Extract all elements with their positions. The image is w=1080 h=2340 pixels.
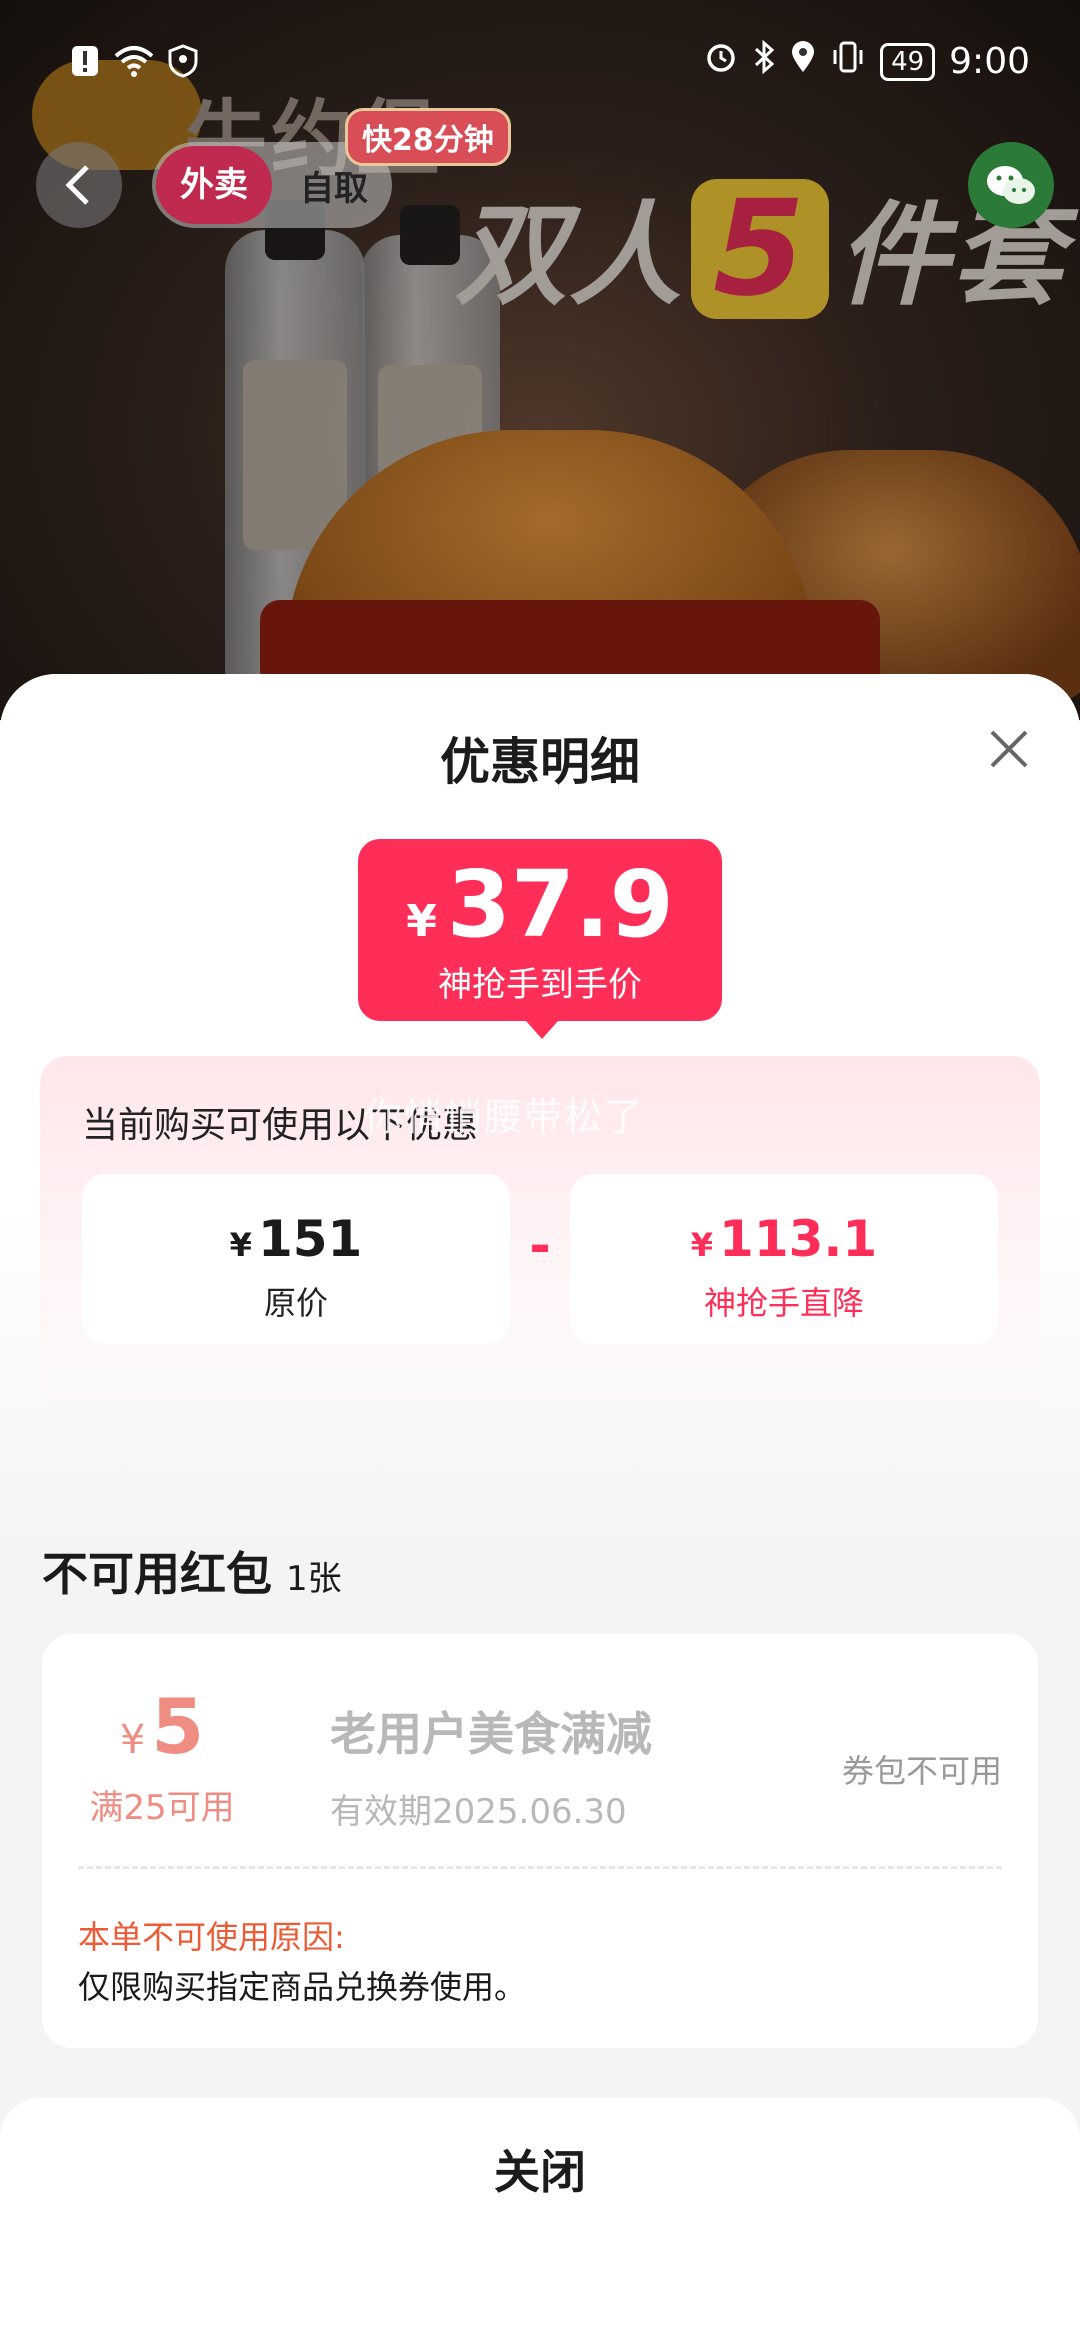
close-icon[interactable] bbox=[984, 724, 1034, 774]
tab-pickup[interactable]: 自取 bbox=[276, 161, 392, 210]
close-button[interactable]: 关闭 bbox=[0, 2136, 1080, 2202]
bluetooth-icon bbox=[752, 39, 776, 83]
coupon-condition: 满25可用 bbox=[89, 1788, 235, 1828]
alert-icon bbox=[70, 44, 100, 87]
original-price-card: ¥151 原价 bbox=[82, 1174, 510, 1344]
final-price-box: ¥ 37.9 神抢手到手价 bbox=[358, 839, 722, 1039]
coupon-card: ¥5 满25可用 老用户美食满减 有效期2025.06.30 券包不可用 本单不… bbox=[42, 1634, 1038, 2048]
vibrate-icon bbox=[830, 40, 866, 83]
coupon-validity: 有效期2025.06.30 bbox=[330, 1792, 627, 1832]
alarm-icon bbox=[704, 40, 738, 83]
dashed-divider bbox=[78, 1866, 1002, 1869]
eta-badge: 快28分钟 bbox=[345, 108, 511, 166]
sheet-title: 优惠明细 bbox=[440, 733, 640, 791]
minus-operator: - bbox=[529, 1216, 551, 1276]
unusable-coupons-heading: 不可用红包 1张 bbox=[42, 1547, 342, 1601]
wifi-icon bbox=[114, 44, 154, 87]
final-price: 37.9 bbox=[446, 851, 674, 958]
reduction-amount: 113.1 bbox=[719, 1210, 878, 1268]
watermark-text: 你悄悄腰带松了 bbox=[364, 1095, 645, 1139]
unusable-reason-title: 本单不可使用原因: bbox=[78, 1918, 345, 1956]
original-price-label: 原价 bbox=[263, 1284, 328, 1322]
currency-symbol: ¥ bbox=[406, 896, 437, 947]
location-icon bbox=[790, 40, 816, 83]
coupon-status: 券包不可用 bbox=[841, 1752, 1002, 1790]
shield-icon bbox=[168, 44, 198, 87]
wechat-share-button[interactable] bbox=[968, 142, 1054, 228]
discount-panel: 当前购买可使用以下优惠 你悄悄腰带松了 ¥151 原价 - ¥113.1 神抢手… bbox=[40, 1056, 1040, 1416]
tab-delivery[interactable]: 外卖 bbox=[156, 146, 272, 224]
unusable-count: 1张 bbox=[286, 1559, 342, 1599]
original-price: 151 bbox=[257, 1210, 363, 1268]
battery-indicator: 49 bbox=[880, 42, 936, 81]
coupon-amount: ¥5 bbox=[119, 1682, 205, 1771]
discount-detail-sheet: 优惠明细 ¥ 37.9 神抢手到手价 当前购买可使用以下优惠 你悄悄腰带松了 ¥… bbox=[0, 674, 1080, 2340]
clock: 9:00 bbox=[949, 41, 1030, 82]
coupon-name: 老用户美食满减 bbox=[330, 1707, 652, 1761]
final-price-label: 神抢手到手价 bbox=[438, 965, 642, 1005]
chevron-left-icon bbox=[65, 165, 89, 205]
sheet-footer: 关闭 bbox=[0, 2098, 1080, 2340]
unusable-reason-text: 仅限购买指定商品兑换券使用。 bbox=[78, 1968, 527, 2006]
status-bar: 49 9:00 bbox=[0, 0, 1080, 120]
reduction-card: ¥113.1 神抢手直降 bbox=[570, 1174, 998, 1344]
back-button[interactable] bbox=[36, 142, 122, 228]
reduction-label: 神抢手直降 bbox=[703, 1284, 864, 1322]
wechat-icon bbox=[987, 166, 1035, 204]
